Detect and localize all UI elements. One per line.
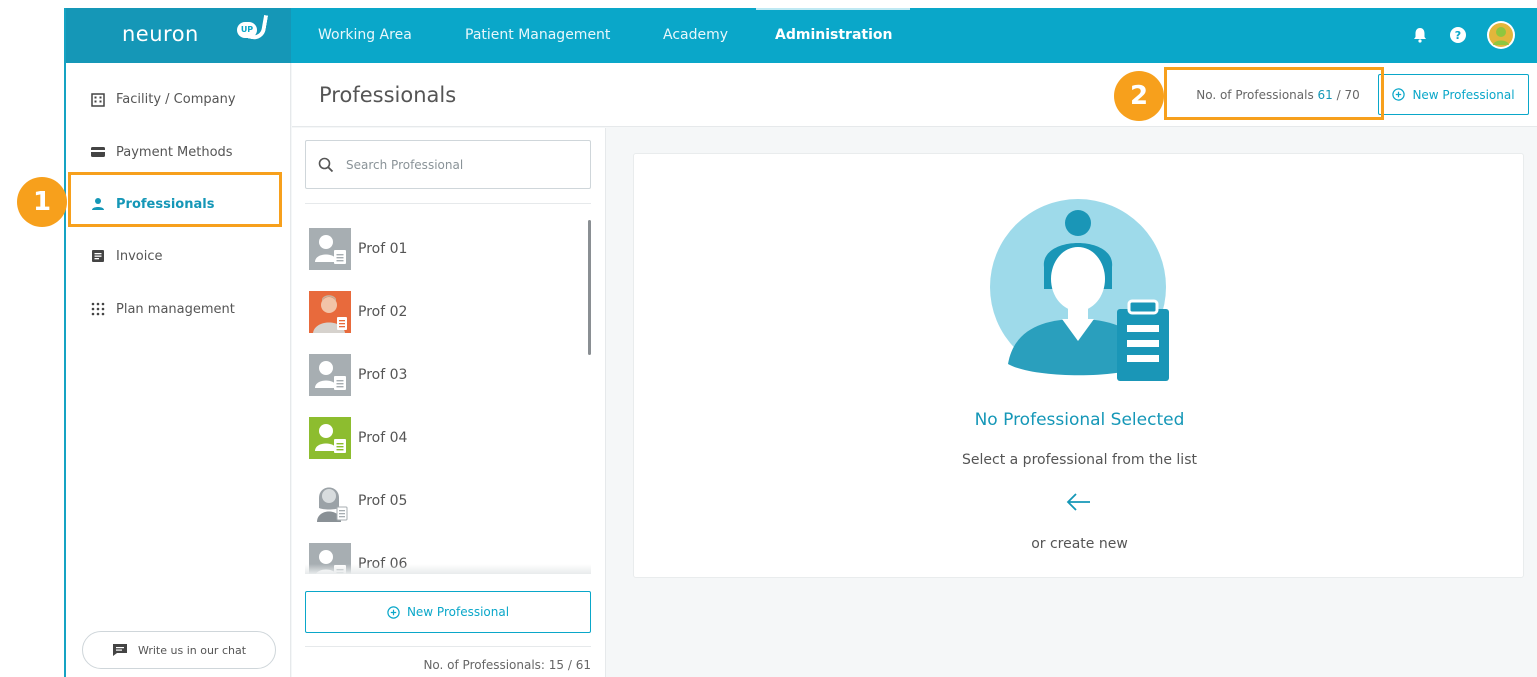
- professional-name: Prof 05: [358, 493, 408, 509]
- chat-button-label: Write us in our chat: [137, 643, 247, 657]
- professional-name: Prof 01: [358, 241, 408, 257]
- list-item-prof-03[interactable]: Prof 03: [309, 350, 407, 400]
- user-avatar[interactable]: [1486, 20, 1516, 50]
- plus-circle-icon: [1392, 88, 1406, 101]
- help-icon[interactable]: ?: [1447, 24, 1469, 46]
- sidebar-item-invoice[interactable]: Invoice: [66, 231, 289, 281]
- professionals-list: Prof 01 Prof 02 Prof 03 Prof 04 Prof 05: [305, 216, 591, 574]
- list-fade: [305, 564, 591, 574]
- divider: [305, 646, 591, 647]
- list-scrollbar[interactable]: [588, 220, 591, 355]
- new-professional-button-header[interactable]: New Professional: [1378, 74, 1529, 115]
- list-professionals-count: No. of Professionals: 15 / 61: [423, 658, 591, 672]
- annotation-badge-1: 1: [17, 177, 67, 227]
- credit-card-icon: [91, 147, 105, 157]
- annotation-box-2: [1164, 67, 1384, 120]
- app-logo: neuron: [122, 22, 199, 46]
- search-box[interactable]: [305, 140, 591, 189]
- default-avatar-icon: [309, 417, 351, 459]
- default-avatar-icon: [309, 354, 351, 396]
- divider: [305, 203, 591, 204]
- top-navigation-bar: neuron UP Working Area Patient Managemen…: [66, 8, 1537, 63]
- sidebar-item-facility[interactable]: Facility / Company: [66, 74, 289, 124]
- default-avatar-icon: [309, 228, 351, 270]
- plus-circle-icon: [387, 605, 400, 619]
- search-icon: [318, 157, 334, 173]
- professional-name: Prof 04: [358, 430, 408, 446]
- page-title: Professionals: [319, 83, 457, 107]
- building-icon: [91, 93, 105, 107]
- annotation-box-1: [68, 172, 282, 227]
- nav-academy[interactable]: Academy: [663, 27, 728, 43]
- professionals-list-panel: Prof 01 Prof 02: [292, 128, 606, 677]
- sidebar-item-label: Invoice: [116, 248, 163, 264]
- new-professional-button-list[interactable]: New Professional: [305, 591, 591, 633]
- svg-text:?: ?: [1455, 29, 1461, 42]
- list-item-prof-04[interactable]: Prof 04: [309, 413, 407, 463]
- chat-icon: [112, 644, 127, 656]
- nav-active-indicator: [756, 8, 910, 10]
- sidebar-item-label: Facility / Company: [116, 91, 236, 107]
- sidebar: Facility / Company Payment Methods Profe…: [66, 63, 291, 677]
- list-item-prof-01[interactable]: Prof 01: [309, 224, 407, 274]
- professional-name: Prof 02: [358, 304, 408, 320]
- professional-placeholder-illustration: [990, 199, 1169, 381]
- empty-state-create-text: or create new: [1031, 536, 1128, 552]
- nav-patient-management[interactable]: Patient Management: [465, 27, 610, 43]
- document-icon: [92, 250, 104, 262]
- photo-avatar-icon: [309, 480, 351, 522]
- search-input[interactable]: [346, 155, 576, 175]
- new-professional-label: New Professional: [406, 605, 510, 619]
- chat-button[interactable]: Write us in our chat: [82, 631, 276, 669]
- list-item-prof-05[interactable]: Prof 05: [309, 476, 407, 526]
- arrow-left-icon: [1066, 493, 1090, 511]
- bell-icon[interactable]: [1409, 24, 1431, 46]
- list-item-prof-02[interactable]: Prof 02: [309, 287, 407, 337]
- grid-icon: [91, 302, 105, 316]
- photo-avatar-icon: [309, 291, 351, 333]
- new-professional-label: New Professional: [1412, 87, 1515, 102]
- professional-name: Prof 03: [358, 367, 408, 383]
- logo-area[interactable]: neuron UP: [66, 8, 291, 63]
- nav-working-area[interactable]: Working Area: [318, 27, 412, 43]
- nav-administration[interactable]: Administration: [775, 27, 892, 43]
- sidebar-item-plan-management[interactable]: Plan management: [66, 284, 289, 334]
- logo-swoosh-icon: [247, 12, 269, 42]
- professional-detail-empty-state: No Professional Selected Select a profes…: [633, 153, 1524, 578]
- sidebar-item-label: Payment Methods: [116, 144, 233, 160]
- annotation-badge-2: 2: [1114, 71, 1164, 121]
- sidebar-item-label: Plan management: [116, 301, 235, 317]
- empty-state-title: No Professional Selected: [974, 410, 1185, 430]
- empty-state-subtitle: Select a professional from the list: [962, 452, 1197, 468]
- sidebar-item-payment-methods[interactable]: Payment Methods: [66, 127, 289, 177]
